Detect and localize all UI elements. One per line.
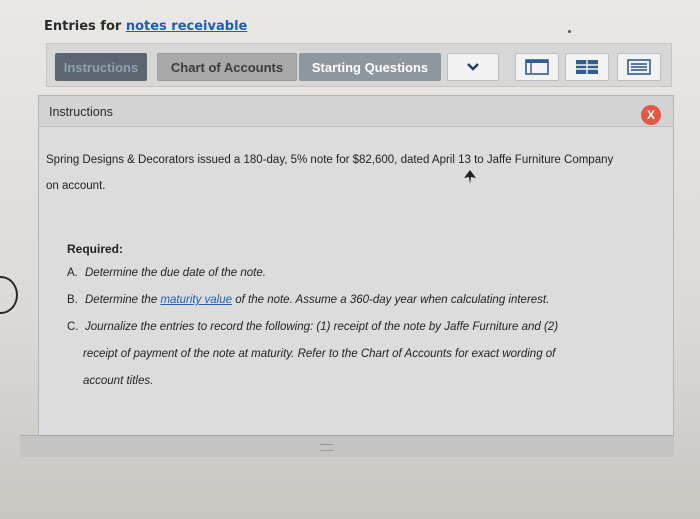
panel-header: Instructions X	[39, 96, 673, 127]
table-view-button[interactable]	[515, 53, 559, 81]
close-button[interactable]: X	[641, 105, 661, 125]
close-icon: X	[646, 108, 655, 122]
requirement-a-text: Determine the due date of the note.	[85, 267, 266, 279]
requirement-c: C. Journalize the entries to record the f…	[67, 321, 558, 333]
grid-view-button[interactable]	[565, 53, 609, 81]
intro-line-1: Spring Designs & Decorators issued a 180…	[46, 154, 614, 166]
panel-title: Instructions	[49, 105, 113, 119]
table-icon	[525, 59, 549, 75]
tab-starting-questions[interactable]: Starting Questions	[299, 53, 441, 81]
decorative-circle	[0, 276, 18, 314]
decorative-dot	[568, 30, 571, 33]
form-view-button[interactable]	[617, 53, 661, 81]
requirement-c-line-1: Journalize the entries to record the fol…	[85, 321, 559, 333]
form-icon	[627, 59, 651, 75]
notes-receivable-link[interactable]: notes receivable	[126, 19, 248, 34]
scrollbar-grip-icon[interactable]	[320, 444, 334, 451]
tab-instructions[interactable]: Instructions	[55, 53, 147, 81]
tab-dropdown[interactable]	[447, 53, 499, 81]
intro-line-2: on account.	[46, 180, 106, 192]
maturity-value-link[interactable]: maturity value	[160, 294, 232, 306]
page-title: Entries for notes receivable	[44, 19, 247, 34]
requirement-b: B. Determine the maturity value of the no…	[67, 294, 549, 306]
page-title-prefix: Entries for	[44, 19, 126, 34]
requirement-c-line-2: receipt of payment of the note at maturi…	[83, 348, 556, 360]
requirement-b-pre: Determine the	[85, 294, 161, 306]
horizontal-scrollbar[interactable]	[20, 435, 674, 457]
panel-body: Spring Designs & Decorators issued a 180…	[39, 127, 673, 456]
required-label: Required:	[67, 242, 124, 256]
intro-paragraph: Spring Designs & Decorators issued a 180…	[46, 147, 656, 199]
bullet-c: C.	[67, 321, 79, 333]
requirement-a: A. Determine the due date of the note.	[67, 267, 266, 279]
instructions-panel: Instructions X Spring Designs & Decorato…	[38, 95, 674, 457]
grid-icon	[576, 60, 598, 74]
bullet-b: B.	[67, 294, 78, 306]
tab-chart-of-accounts[interactable]: Chart of Accounts	[157, 53, 297, 81]
requirement-c-line-3: account titles.	[83, 375, 154, 387]
toolbar: Instructions Chart of Accounts Starting …	[46, 43, 672, 87]
bullet-a: A.	[67, 267, 78, 279]
requirement-b-post: of the note. Assume a 360-day year when …	[232, 294, 550, 306]
chevron-down-icon	[467, 63, 479, 71]
mouse-cursor-icon	[464, 170, 476, 184]
